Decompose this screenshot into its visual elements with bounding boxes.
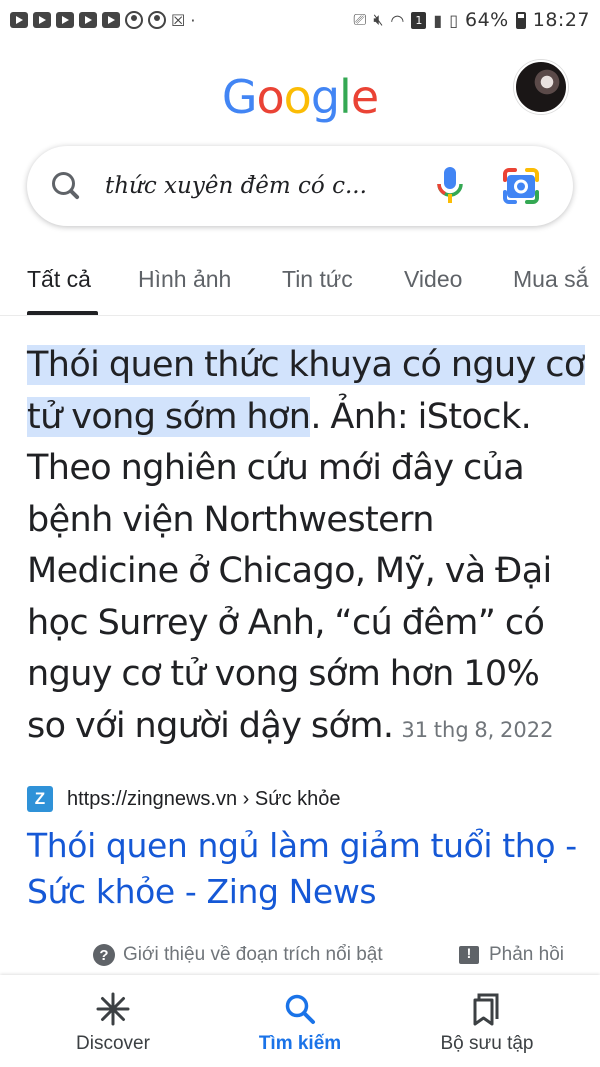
about-label: Giới thiệu về đoạn trích nổi bật [123, 944, 383, 965]
feedback-icon [459, 945, 479, 964]
collections-icon [469, 991, 505, 1027]
tab-all[interactable]: Tất cả [27, 266, 91, 293]
missed-call-icon: ☒ [171, 10, 186, 30]
snippet-date: 31 thg 8, 2022 [401, 717, 554, 742]
signal-icon: ▯ [449, 10, 458, 30]
logo-letter: o [256, 70, 285, 124]
nav-search-label: Tìm kiếm [258, 1033, 342, 1054]
signal-icon: ▮ [433, 10, 443, 30]
logo-letter: e [350, 70, 379, 124]
system-icons: ⎚ 🔇︎ ◠ 1 ▮ ▯ 64% 18:27 [354, 9, 591, 31]
result-title-link[interactable]: Thói quen ngủ làm giảm tuổi thọ - Sức kh… [27, 823, 587, 915]
result-source[interactable]: Z https://zingnews.vn › Sức khỏe [27, 786, 341, 812]
camera-lens-icon[interactable] [501, 166, 541, 206]
battery-icon [515, 11, 526, 29]
tab-video[interactable]: Video [404, 266, 462, 293]
snippet-body: . Ảnh: iStock. Theo nghiên cứu mới đây c… [27, 396, 552, 746]
logo-letter: G [221, 70, 258, 124]
youtube-notification-icon [10, 12, 28, 28]
search-icon [282, 991, 318, 1027]
account-notification-icon [125, 11, 143, 29]
youtube-notification-icon [56, 12, 74, 28]
nav-collections-label: Bộ sưu tập [440, 1033, 534, 1054]
logo-letter: l [339, 70, 352, 124]
nav-collections[interactable]: Bộ sưu tập [387, 975, 587, 1067]
cast-icon: ⎚ [353, 10, 367, 29]
help-icon: ? [93, 944, 115, 966]
search-input[interactable]: thức xuyên đêm có c... [105, 173, 405, 199]
google-logo[interactable]: Google [0, 70, 600, 124]
snippet-footer: ? Giới thiệu về đoạn trích nổi bật Phản … [0, 944, 600, 974]
featured-snippet: Thói quen thức khuya có nguy cơ tử vong … [27, 340, 587, 756]
active-tab-indicator [27, 311, 98, 315]
feedback-label: Phản hồi [489, 944, 565, 965]
sim-icon: 1 [411, 11, 427, 29]
asterisk-icon [95, 991, 131, 1027]
clock: 18:27 [532, 9, 590, 31]
source-url[interactable]: https://zingnews.vn › Sức khỏe [67, 788, 341, 811]
tab-images[interactable]: Hình ảnh [138, 266, 231, 293]
status-bar: ☒ · ⎚ 🔇︎ ◠ 1 ▮ ▯ 64% 18:27 [0, 0, 600, 40]
feedback-link[interactable]: Phản hồi [459, 944, 564, 966]
nav-search[interactable]: Tìm kiếm [200, 975, 400, 1067]
search-box[interactable]: thức xuyên đêm có c... [27, 146, 573, 226]
search-tabs: Tất cả Hình ảnh Tin tức Video Mua sắ [0, 250, 600, 316]
mic-icon[interactable] [433, 164, 467, 208]
avatar[interactable] [514, 60, 568, 114]
tab-shopping[interactable]: Mua sắ [513, 266, 588, 293]
nav-discover-label: Discover [76, 1033, 150, 1054]
nav-discover[interactable]: Discover [13, 975, 213, 1067]
more-notifications-icon: · [190, 10, 196, 30]
tab-news[interactable]: Tin tức [282, 266, 353, 293]
wifi-icon: ◠ [390, 10, 405, 30]
logo-letter: g [310, 70, 340, 124]
about-snippets-link[interactable]: ? Giới thiệu về đoạn trích nổi bật [93, 944, 383, 966]
bottom-navigation: Discover Tìm kiếm Bộ sưu tập [0, 975, 600, 1067]
zing-favicon-icon: Z [27, 786, 53, 812]
notification-icons: ☒ · [10, 11, 195, 30]
account-notification-icon [148, 11, 166, 29]
mute-icon: 🔇︎ [373, 10, 384, 29]
youtube-notification-icon [79, 12, 97, 28]
logo-letter: o [283, 70, 312, 124]
search-icon[interactable] [49, 169, 83, 203]
youtube-notification-icon [33, 12, 51, 28]
youtube-notification-icon [102, 12, 120, 28]
battery-percent: 64% [465, 9, 509, 31]
